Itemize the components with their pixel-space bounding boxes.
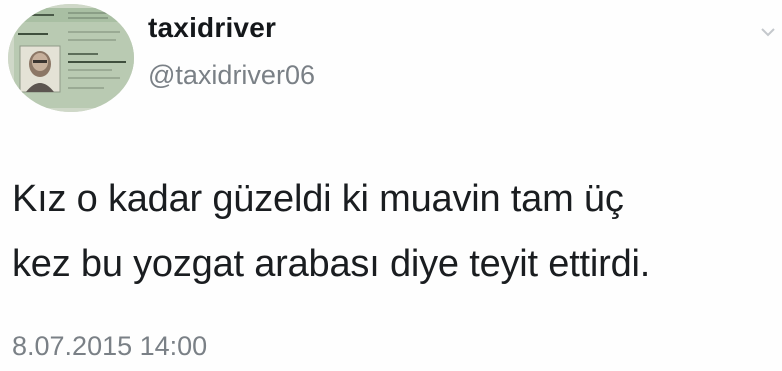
tweet-text-line: Kız o kadar güzeldi ki muavin tam üç xyxy=(12,178,624,220)
author-handle[interactable]: @taxidriver06 xyxy=(148,60,315,91)
author-display-name[interactable]: taxidriver xyxy=(148,12,276,44)
id-card-avatar-icon xyxy=(8,4,134,112)
avatar[interactable] xyxy=(8,4,134,112)
tweet-card: taxidriver @taxidriver06 Kız o kadar güz… xyxy=(0,0,782,371)
tweet-text-line: kez bu yozgat arabası diye teyit ettirdi… xyxy=(12,243,651,285)
chevron-down-icon[interactable] xyxy=(758,22,778,42)
tweet-text: Kız o kadar güzeldi ki muavin tam üç kez… xyxy=(12,167,782,297)
tweet-timestamp[interactable]: 8.07.2015 14:00 xyxy=(12,331,207,362)
